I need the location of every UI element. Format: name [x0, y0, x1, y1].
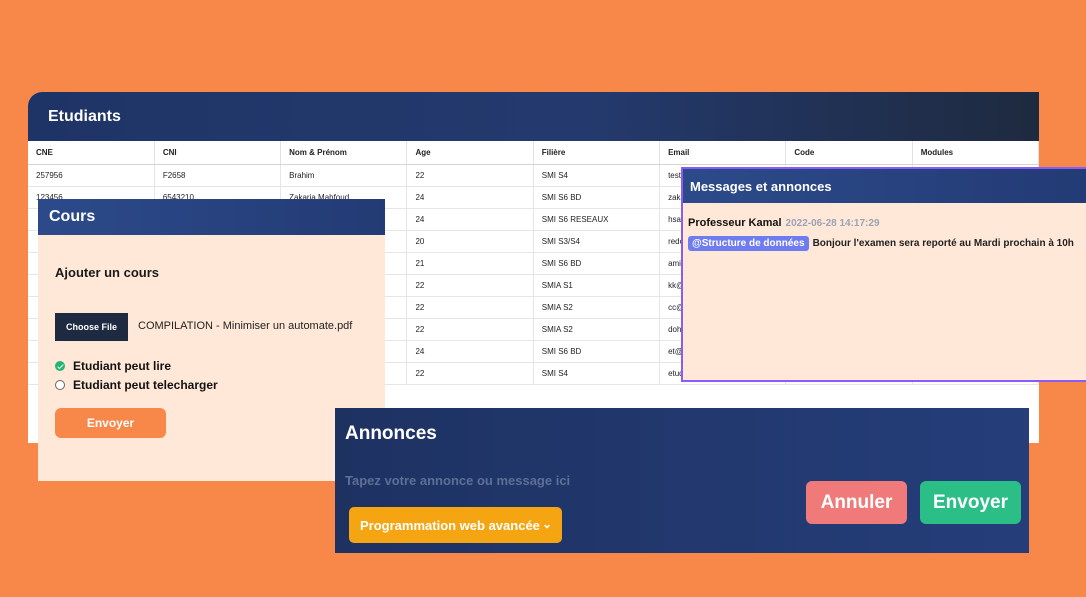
radio-checked-icon[interactable] — [55, 361, 65, 371]
message-module-tag[interactable]: @Structure de données — [688, 236, 809, 251]
message-date: 2022-06-28 14:17:29 — [785, 218, 880, 229]
table-cell: SMI S3/S4 — [533, 230, 661, 253]
table-cell: 22 — [406, 362, 534, 385]
table-cell: 22 — [406, 318, 534, 341]
module-select-value: Programmation web avancée — [360, 517, 540, 533]
column-header-cne[interactable]: CNE — [28, 141, 155, 165]
option-label: Etudiant peut lire — [73, 359, 172, 373]
annonce-input[interactable] — [345, 468, 765, 492]
column-header-filiere[interactable]: Filière — [533, 141, 661, 165]
option-etudiant-peut-lire[interactable]: Etudiant peut lire — [55, 359, 171, 373]
option-label: Etudiant peut telecharger — [73, 378, 218, 392]
annonces-title: Annonces — [345, 423, 437, 444]
selected-file-name: COMPILATION - Minimiser un automate.pdf — [138, 320, 353, 332]
message-body: @Structure de données Bonjour l'examen s… — [688, 236, 1074, 251]
choose-file-button[interactable]: Choose File — [55, 313, 128, 341]
message-author: Professeur Kamal — [688, 217, 782, 229]
table-cell: 24 — [406, 186, 534, 209]
chevron-down-icon: ⌄ — [541, 517, 552, 531]
column-header-age[interactable]: Age — [406, 141, 534, 165]
column-header-modules[interactable]: Modules — [912, 141, 1039, 165]
column-header-email[interactable]: Email — [659, 141, 787, 165]
column-header-cni[interactable]: CNI — [154, 141, 282, 165]
table-cell: 22 — [406, 164, 534, 187]
table-cell: SMI S4 — [533, 362, 661, 385]
annonces-panel: Annonces Programmation web avancée ⌄ Ann… — [335, 408, 1029, 553]
table-cell: SMIA S2 — [533, 296, 661, 319]
cours-envoyer-button[interactable]: Envoyer — [55, 408, 166, 438]
table-cell: 21 — [406, 252, 534, 275]
etudiants-header: Etudiants — [28, 92, 1039, 141]
table-header-row: CNE CNI Nom & Prénom Age Filière Email C… — [28, 141, 1039, 165]
column-header-nom[interactable]: Nom & Prénom — [280, 141, 408, 165]
annuler-button[interactable]: Annuler — [806, 481, 907, 524]
cours-title: Cours — [49, 208, 96, 225]
table-cell: 22 — [406, 274, 534, 297]
messages-title: Messages et annonces — [690, 178, 832, 194]
table-cell: 24 — [406, 208, 534, 231]
table-cell: Brahim — [280, 164, 408, 187]
messages-header: Messages et annonces — [683, 169, 1086, 203]
table-cell: 24 — [406, 340, 534, 363]
table-cell: F2658 — [154, 164, 282, 187]
cours-subtitle: Ajouter un cours — [55, 265, 160, 280]
etudiants-title: Etudiants — [48, 107, 121, 125]
table-cell: SMI S6 BD — [533, 252, 661, 275]
table-cell: SMI S6 RESEAUX — [533, 208, 661, 231]
message-text: Bonjour l'examen sera reporté au Mardi p… — [812, 238, 1074, 249]
table-cell: SMIA S1 — [533, 274, 661, 297]
table-cell: SMIA S2 — [533, 318, 661, 341]
message-author-line: Professeur Kamal 2022-06-28 14:17:29 — [688, 217, 880, 229]
cours-panel: Cours Ajouter un cours Choose File COMPI… — [38, 199, 385, 481]
radio-unchecked-icon[interactable] — [55, 380, 65, 390]
envoyer-button[interactable]: Envoyer — [920, 481, 1021, 524]
table-cell: 20 — [406, 230, 534, 253]
table-cell: SMI S6 BD — [533, 186, 661, 209]
table-cell: 257956 — [28, 164, 155, 187]
table-cell: 22 — [406, 296, 534, 319]
column-header-code[interactable]: Code — [785, 141, 913, 165]
cours-header: Cours — [38, 199, 385, 235]
option-etudiant-peut-telecharger[interactable]: Etudiant peut telecharger — [55, 378, 218, 392]
messages-panel: Messages et annonces Professeur Kamal 202… — [681, 167, 1086, 382]
module-select[interactable]: Programmation web avancée ⌄ — [349, 507, 562, 543]
table-cell: SMI S4 — [533, 164, 661, 187]
table-cell: SMI S6 BD — [533, 340, 661, 363]
